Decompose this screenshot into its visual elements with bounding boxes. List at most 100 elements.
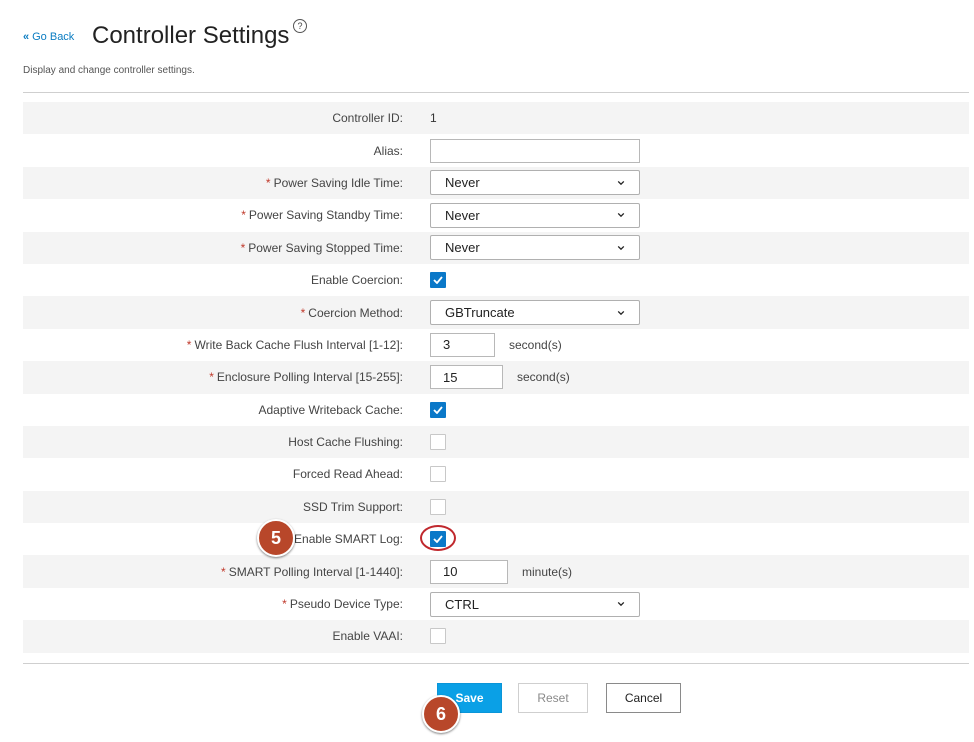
host-cache-flushing-label-text: Host Cache Flushing: (288, 435, 403, 450)
enable-smart-log-value-cell (420, 525, 456, 552)
required-asterisk: * (186, 337, 192, 352)
forced-read-ahead-checkbox-wrap (430, 466, 446, 483)
enclosure-polling-interval-unit: second(s) (517, 370, 570, 385)
enable-coercion-value-cell (430, 272, 446, 289)
go-back-link[interactable]: « Go Back (23, 31, 74, 43)
power-saving-standby-time-label-text: Power Saving Standby Time: (248, 208, 403, 223)
cancel-button[interactable]: Cancel (606, 683, 681, 713)
smart-polling-interval-input[interactable]: 10 (430, 559, 508, 584)
chevron-down-icon (617, 211, 625, 219)
enable-smart-log-label: Enable SMART Log: (23, 532, 403, 546)
header-divider (23, 92, 969, 93)
help-icon[interactable]: ? (293, 19, 307, 33)
adaptive-writeback-cache-label-text: Adaptive Writeback Cache: (258, 402, 403, 417)
page-subtitle: Display and change controller settings. (23, 65, 195, 76)
row-ssd-trim-support: SSD Trim Support: (23, 490, 969, 524)
alias-value-cell (430, 138, 640, 163)
alias-label: Alias: (23, 144, 403, 158)
enable-vaai-checkbox-wrap (430, 628, 446, 645)
power-saving-idle-time-selected-value: Never (445, 175, 480, 191)
power-saving-standby-time-label: * Power Saving Standby Time: (23, 208, 403, 222)
host-cache-flushing-value-cell (430, 434, 446, 451)
row-enable-vaai: Enable VAAI: (23, 620, 969, 653)
enclosure-polling-interval-input[interactable]: 15 (430, 365, 503, 390)
row-host-cache-flushing: Host Cache Flushing: (23, 425, 969, 459)
settings-form: Controller ID: 1 Alias: * Power Saving Idle … (23, 102, 969, 653)
controller-id-value-cell: 1 (430, 111, 437, 125)
power-saving-standby-time-value-cell: Never (430, 202, 640, 228)
footer-divider (23, 663, 969, 664)
adaptive-writeback-cache-checkbox[interactable] (430, 401, 446, 418)
pseudo-device-type-select[interactable]: CTRL (430, 591, 640, 617)
enable-vaai-value-cell (430, 628, 446, 645)
chevron-down-icon (617, 309, 625, 317)
row-forced-read-ahead: Forced Read Ahead: (23, 458, 969, 490)
highlight-ring (420, 525, 456, 552)
required-asterisk: * (300, 305, 306, 320)
required-asterisk: * (265, 175, 271, 190)
power-saving-stopped-time-label-text: Power Saving Stopped Time: (248, 240, 403, 255)
row-adaptive-writeback-cache: Adaptive Writeback Cache: (23, 394, 969, 426)
smart-polling-interval-value-cell: 10 minute(s) (430, 559, 572, 584)
coercion-method-selected-value: GBTruncate (445, 305, 515, 321)
write-back-cache-flush-interval-label-text: Write Back Cache Flush Interval [1-12]: (194, 337, 403, 352)
host-cache-flushing-label: Host Cache Flushing: (23, 435, 403, 449)
controller-id-value: 1 (430, 111, 437, 126)
ssd-trim-support-value-cell (430, 498, 446, 515)
forced-read-ahead-checkbox[interactable] (430, 466, 446, 483)
checkmark-icon (433, 276, 443, 285)
double-chevron-left-icon: « (23, 31, 29, 43)
enable-vaai-label-text: Enable VAAI: (332, 629, 404, 644)
enclosure-polling-interval-label: * Enclosure Polling Interval [15-255]: (23, 370, 403, 384)
power-saving-stopped-time-label: * Power Saving Stopped Time: (23, 241, 403, 255)
enable-smart-log-checkbox-wrap (420, 525, 456, 552)
adaptive-writeback-cache-value-cell (430, 401, 446, 418)
enable-coercion-label: Enable Coercion: (23, 273, 403, 287)
row-enable-smart-log: Enable SMART Log: (23, 523, 969, 555)
coercion-method-value-cell: GBTruncate (430, 300, 640, 326)
smart-polling-interval-label-text: SMART Polling Interval [1-1440]: (228, 564, 403, 579)
top-edge (0, 0, 974, 6)
write-back-cache-flush-interval-value-cell: 3 second(s) (430, 332, 562, 357)
controller-id-label: Controller ID: (23, 111, 403, 125)
reset-button[interactable]: Reset (518, 683, 588, 713)
go-back-label: Go Back (32, 31, 75, 43)
enable-vaai-checkbox[interactable] (430, 628, 446, 645)
alias-label-text: Alias: (373, 143, 403, 158)
power-saving-idle-time-value-cell: Never (430, 170, 640, 196)
required-asterisk: * (241, 208, 246, 223)
pseudo-device-type-value-cell: CTRL (430, 591, 640, 617)
coercion-method-label-text: Coercion Method: (308, 305, 403, 320)
host-cache-flushing-checkbox[interactable] (430, 434, 446, 451)
pseudo-device-type-label: * Pseudo Device Type: (23, 597, 403, 611)
adaptive-writeback-cache-checkbox-wrap (430, 401, 446, 418)
coercion-method-label: * Coercion Method: (23, 306, 403, 320)
write-back-cache-flush-interval-unit: second(s) (509, 337, 562, 352)
forced-read-ahead-label-text: Forced Read Ahead: (292, 467, 403, 482)
write-back-cache-flush-interval-input[interactable]: 3 (430, 332, 495, 357)
power-saving-idle-time-select[interactable]: Never (430, 170, 640, 196)
enable-smart-log-label-text: Enable SMART Log: (294, 532, 403, 547)
row-controller-id: Controller ID: 1 (23, 102, 969, 135)
power-saving-stopped-time-value-cell: Never (430, 235, 640, 261)
enable-coercion-checkbox[interactable] (430, 272, 446, 289)
row-write-back-cache-flush-interval: * Write Back Cache Flush Interval [1-12]:… (23, 329, 969, 361)
power-saving-stopped-time-select[interactable]: Never (430, 235, 640, 261)
enclosure-polling-interval-value-cell: 15 second(s) (430, 365, 570, 390)
row-power-saving-idle-time: * Power Saving Idle Time: Never (23, 166, 969, 200)
smart-polling-interval-label: * SMART Polling Interval [1-1440]: (23, 565, 403, 579)
power-saving-standby-time-select[interactable]: Never (430, 202, 640, 228)
chevron-down-icon (617, 244, 625, 252)
checkmark-icon (433, 406, 443, 414)
ssd-trim-support-checkbox[interactable] (430, 498, 446, 515)
step-5-callout: 5 (257, 519, 295, 557)
row-enable-coercion: Enable Coercion: (23, 264, 969, 296)
row-power-saving-stopped-time: * Power Saving Stopped Time: Never (23, 231, 969, 264)
row-power-saving-standby-time: * Power Saving Standby Time: Never (23, 199, 969, 231)
alias-input[interactable] (430, 138, 640, 163)
forced-read-ahead-label: Forced Read Ahead: (23, 467, 403, 481)
enable-coercion-label-text: Enable Coercion: (310, 273, 403, 288)
step-6-callout: 6 (422, 695, 460, 733)
required-asterisk: * (209, 370, 214, 385)
coercion-method-select[interactable]: GBTruncate (430, 300, 640, 326)
